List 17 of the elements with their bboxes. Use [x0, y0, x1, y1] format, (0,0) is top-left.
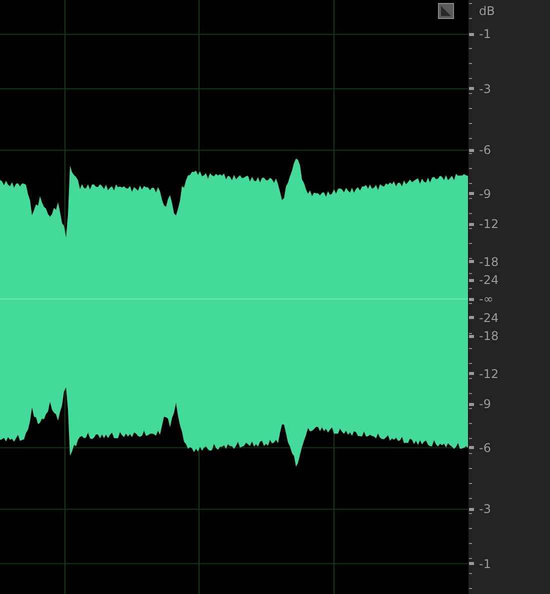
db-label: -6 [479, 142, 491, 158]
db-label: -12 [479, 366, 499, 382]
db-label: -1 [479, 26, 491, 42]
db-label: -18 [479, 328, 499, 344]
db-label: -12 [479, 216, 499, 232]
db-label: -3 [479, 80, 491, 97]
unit-label: dB [479, 3, 495, 19]
db-label: -∞ [479, 291, 494, 307]
db-label: -24 [479, 310, 499, 326]
db-label: -3 [479, 501, 491, 518]
db-label: -9 [479, 186, 491, 202]
db-label: -18 [479, 254, 499, 270]
db-label: -9 [479, 396, 491, 412]
zoom-toggle-icon[interactable] [438, 3, 454, 19]
db-label: -6 [479, 440, 491, 456]
db-label: -24 [479, 272, 499, 288]
db-label: -1 [479, 556, 491, 572]
